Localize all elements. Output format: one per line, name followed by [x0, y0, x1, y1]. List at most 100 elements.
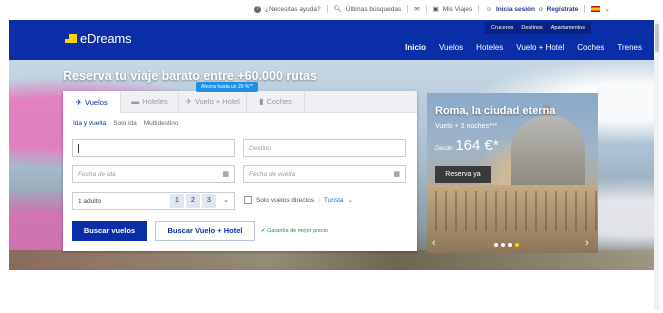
brand-name: eDreams	[80, 31, 132, 46]
cabin-class-select[interactable]: Turista	[324, 197, 344, 204]
search-flights-button[interactable]: Buscar vuelos	[72, 221, 147, 241]
hero-title: Reserva tu viaje barato entre +60.000 ru…	[63, 69, 317, 83]
passenger-count: 1 adulto	[78, 198, 102, 205]
tab-label: Coches	[266, 97, 292, 106]
chevron-left-icon[interactable]: ‹	[432, 237, 436, 249]
envelope-icon[interactable]: ✉	[414, 5, 419, 13]
carousel-dot[interactable]	[501, 243, 505, 247]
logo-mark-icon	[65, 33, 77, 44]
origin-input[interactable]	[72, 139, 235, 157]
promo-carousel[interactable]: Roma, la ciudad eterna Vuelo + 3 noches*…	[427, 93, 598, 253]
book-now-button[interactable]: Reserva ya	[435, 166, 491, 183]
divider: |	[318, 196, 320, 204]
passenger-selector[interactable]: 1 adulto 1 2 3 ⌄	[72, 192, 235, 210]
guarantee-text: Garantía de mejor precio	[267, 228, 328, 234]
tab-label: Vuelos	[85, 97, 108, 107]
destination-input[interactable]: Destino	[243, 139, 406, 157]
car-icon: ▮	[259, 97, 264, 106]
nav-home[interactable]: Inicio	[405, 43, 426, 52]
product-tabs: ✈ Vuelos ▬ Hoteles ✈ Vuelo + Hotel ▮ Coc…	[63, 91, 417, 114]
carousel-dot[interactable]	[494, 243, 498, 247]
recent-searches-link[interactable]: Últimas búsquedas	[346, 6, 401, 13]
passenger-option-3[interactable]: 3	[202, 194, 216, 208]
direct-flights-option: Solo vuelos directos | Turista ⌄	[244, 196, 353, 204]
divider	[584, 5, 586, 13]
carousel-dot[interactable]	[508, 243, 512, 247]
secondary-nav: Cruceros Destinos Apartamentos	[485, 22, 591, 34]
chevron-right-icon[interactable]: ›	[585, 237, 589, 249]
brand-logo[interactable]: eDreams	[65, 31, 132, 46]
question-icon: ?	[254, 5, 261, 13]
trip-type-multi-city[interactable]: Multidestino	[144, 120, 179, 127]
search-flight-hotel-button[interactable]: Buscar Vuelo + Hotel	[155, 221, 255, 241]
help-link[interactable]: ¿Necesitas ayuda?	[265, 6, 321, 13]
tab-hotels[interactable]: ▬ Hoteles	[121, 91, 179, 112]
divider	[407, 5, 409, 13]
price-value: 164 €*	[455, 137, 499, 154]
search-panel: Ahorra hasta un 20 %** ✈ Vuelos ▬ Hotele…	[63, 82, 417, 251]
return-date-input[interactable]: Fecha de vuelta ▦	[243, 165, 406, 183]
chevron-down-icon[interactable]: ⌄	[348, 196, 353, 204]
direct-flights-checkbox[interactable]	[244, 196, 252, 204]
bed-icon: ▬	[131, 97, 140, 106]
nav-trains[interactable]: Trenes	[617, 43, 642, 52]
carousel-dots	[494, 243, 519, 247]
trip-type-options: Ida y vuelta Solo ida Multidestino	[73, 120, 178, 127]
plane-icon: ✈	[75, 97, 83, 107]
chevron-down-icon[interactable]: ⌄	[223, 196, 229, 204]
direct-flights-label: Solo vuelos directos	[256, 196, 315, 204]
hero-ground	[9, 250, 654, 270]
passenger-option-1[interactable]: 1	[170, 194, 184, 208]
trip-type-round-trip[interactable]: Ida y vuelta	[73, 120, 106, 127]
nav-cruises[interactable]: Cruceros	[491, 25, 513, 31]
destination-placeholder: Destino	[249, 145, 272, 152]
or-text: o	[538, 5, 543, 13]
return-placeholder: Fecha de vuelta	[249, 171, 296, 178]
nav-apartments[interactable]: Apartamentos	[551, 25, 585, 31]
login-link[interactable]: Inicia sesión	[496, 6, 535, 13]
passenger-option-2[interactable]: 2	[186, 194, 200, 208]
utility-bar: ? ¿Necesitas ayuda? 🔍︎ Últimas búsquedas…	[0, 0, 663, 20]
promo-subtitle: Vuelo + 3 noches***	[435, 123, 498, 130]
calendar-icon[interactable]: ▦	[393, 170, 400, 178]
main-header: eDreams Cruceros Destinos Apartamentos I…	[9, 20, 654, 60]
chevron-down-icon[interactable]: ⌄	[604, 5, 609, 13]
checkmark-icon: ✔	[261, 228, 266, 234]
tab-cars[interactable]: ▮ Coches	[247, 91, 305, 112]
promo-badge: Ahorra hasta un 20 %**	[196, 82, 259, 92]
my-trips-link[interactable]: Mis Viajes	[443, 6, 473, 13]
user-icon: ☺	[485, 5, 492, 13]
nav-hotels[interactable]: Hoteles	[476, 43, 503, 52]
spain-flag-icon[interactable]	[591, 6, 601, 12]
tab-flights[interactable]: ✈ Vuelos	[63, 91, 121, 114]
dome-illustration	[511, 115, 585, 185]
departure-date-input[interactable]: Fecha de ida ▦	[72, 165, 235, 183]
calendar-icon[interactable]: ▦	[222, 170, 229, 178]
nav-flights[interactable]: Vuelos	[439, 43, 463, 52]
trip-type-one-way[interactable]: Solo ida	[113, 120, 137, 127]
divider	[478, 5, 480, 13]
departure-placeholder: Fecha de ida	[78, 171, 116, 178]
price-prefix: Desde	[435, 146, 453, 152]
page-scrollbar[interactable]	[654, 20, 660, 310]
divider	[326, 5, 328, 13]
nav-flight-hotel[interactable]: Vuelo + Hotel	[516, 43, 564, 52]
nav-cars[interactable]: Coches	[577, 43, 604, 52]
scrollbar-thumb[interactable]	[655, 24, 659, 52]
best-price-guarantee: ✔ Garantía de mejor precio	[261, 228, 328, 234]
register-link[interactable]: Regístrate	[547, 6, 579, 13]
nav-destinations[interactable]: Destinos	[521, 25, 542, 31]
carousel-dot-active[interactable]	[515, 243, 519, 247]
divider	[425, 5, 427, 13]
tab-label: Hoteles	[142, 97, 168, 106]
text-cursor	[78, 144, 79, 153]
magnifier-icon: 🔍︎	[333, 6, 342, 13]
tab-label: Vuelo + Hotel	[194, 97, 240, 106]
promo-price: Desde 164 €*	[435, 137, 499, 154]
promo-title: Roma, la ciudad eterna	[435, 105, 556, 117]
tab-flight-hotel[interactable]: ✈ Vuelo + Hotel	[179, 91, 247, 112]
flight-hotel-icon: ✈	[185, 97, 192, 106]
suitcase-icon: ▣	[432, 6, 439, 13]
primary-nav: Inicio Vuelos Hoteles Vuelo + Hotel Coch…	[405, 43, 642, 52]
utility-links: ? ¿Necesitas ayuda? 🔍︎ Últimas búsquedas…	[254, 5, 610, 13]
